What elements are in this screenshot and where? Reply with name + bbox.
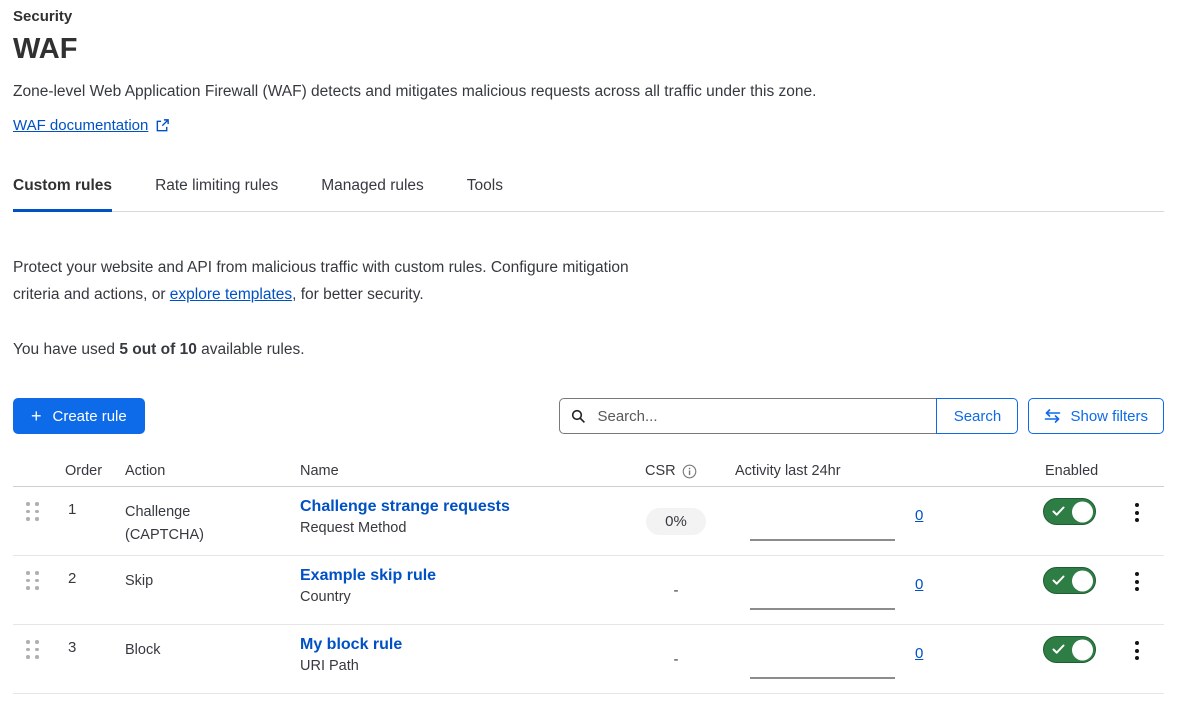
- drag-handle-icon[interactable]: [24, 638, 41, 661]
- rule-menu-cell: [1125, 637, 1149, 664]
- activity-count-link[interactable]: 0: [915, 576, 923, 593]
- check-icon: [1052, 575, 1065, 586]
- rule-name-link[interactable]: Challenge strange requests: [300, 498, 510, 516]
- activity-sparkline: [750, 608, 895, 610]
- rules-usage-text: You have used 5 out of 10 available rule…: [13, 341, 1164, 359]
- check-icon: [1052, 644, 1065, 655]
- search-button[interactable]: Search: [936, 398, 1018, 434]
- activity-count-link[interactable]: 0: [915, 507, 923, 524]
- toggle-knob: [1072, 639, 1093, 660]
- intro-line2-before: criteria and actions, or: [13, 286, 170, 303]
- rule-csr-cell: 0%: [630, 508, 722, 535]
- show-filters-label: Show filters: [1070, 408, 1148, 425]
- rule-activity-cell: 0: [722, 625, 1032, 693]
- csr-value: -: [674, 582, 679, 599]
- kebab-menu-icon[interactable]: [1125, 637, 1149, 664]
- rule-order: 1: [52, 487, 112, 518]
- table-row: 3 Block My block rule URI Path - 0: [13, 625, 1164, 694]
- rule-csr-cell: -: [630, 582, 722, 599]
- info-icon[interactable]: [682, 464, 697, 479]
- enabled-toggle[interactable]: [1043, 567, 1096, 594]
- activity-count-link[interactable]: 0: [915, 645, 923, 662]
- enabled-toggle[interactable]: [1043, 636, 1096, 663]
- rule-field: Country: [300, 589, 630, 605]
- rule-csr-cell: -: [630, 651, 722, 668]
- kebab-menu-icon[interactable]: [1125, 499, 1149, 526]
- column-header-enabled: Enabled: [1032, 463, 1110, 479]
- rule-action: Block: [112, 625, 230, 662]
- drag-handle-icon[interactable]: [24, 500, 41, 523]
- activity-sparkline: [750, 677, 895, 679]
- page-description: Zone-level Web Application Firewall (WAF…: [13, 82, 1164, 101]
- waf-documentation-link[interactable]: WAF documentation: [13, 117, 170, 134]
- column-header-name: Name: [287, 463, 630, 479]
- table-header-row: Order Action Name CSR Activity last 24hr…: [13, 456, 1164, 487]
- rule-activity-cell: 0: [722, 487, 1032, 555]
- drag-handle-icon[interactable]: [24, 569, 41, 592]
- plus-icon: +: [31, 407, 42, 425]
- search-group: Search Show filters: [559, 398, 1164, 434]
- rule-action: Challenge (CAPTCHA): [112, 487, 230, 547]
- rules-toolbar: + Create rule Search Show filters: [13, 398, 1164, 434]
- activity-sparkline: [750, 539, 895, 541]
- intro-line2-after: , for better security.: [292, 286, 424, 303]
- tab-tools[interactable]: Tools: [467, 165, 503, 212]
- table-row: 1 Challenge (CAPTCHA) Challenge strange …: [13, 487, 1164, 556]
- rule-enabled-cell: [1032, 636, 1110, 663]
- enabled-toggle[interactable]: [1043, 498, 1096, 525]
- custom-rules-intro: Protect your website and API from malici…: [13, 254, 1164, 308]
- intro-line1: Protect your website and API from malici…: [13, 259, 629, 276]
- column-header-action: Action: [112, 463, 287, 479]
- create-rule-button[interactable]: + Create rule: [13, 398, 145, 434]
- page-title: WAF: [13, 32, 1164, 66]
- show-filters-button[interactable]: Show filters: [1028, 398, 1164, 434]
- csr-badge: 0%: [646, 508, 706, 535]
- csr-label: CSR: [645, 463, 676, 479]
- rule-order: 2: [52, 556, 112, 587]
- tab-custom-rules[interactable]: Custom rules: [13, 165, 112, 212]
- tab-bar: Custom rules Rate limiting rules Managed…: [13, 165, 1164, 212]
- rule-action: Skip: [112, 556, 230, 593]
- usage-prefix: You have used: [13, 341, 119, 358]
- create-rule-label: Create rule: [53, 408, 127, 425]
- search-icon: [571, 409, 586, 424]
- tab-rate-limiting-rules[interactable]: Rate limiting rules: [155, 165, 278, 212]
- breadcrumb-security: Security: [13, 8, 1164, 25]
- rule-menu-cell: [1125, 499, 1149, 526]
- rule-order: 3: [52, 625, 112, 656]
- rule-name-cell: Example skip rule Country: [287, 556, 630, 605]
- rule-field: Request Method: [300, 520, 630, 536]
- rule-name-link[interactable]: My block rule: [300, 636, 402, 654]
- search-input-wrap: [559, 398, 937, 434]
- waf-page: Security WAF Zone-level Web Application …: [0, 0, 1177, 694]
- external-link-icon: [155, 118, 170, 133]
- tab-managed-rules[interactable]: Managed rules: [321, 165, 424, 212]
- explore-templates-link[interactable]: explore templates: [170, 286, 292, 303]
- swap-arrows-icon: [1044, 409, 1061, 423]
- rule-activity-cell: 0: [722, 556, 1032, 624]
- csr-value: -: [674, 651, 679, 668]
- kebab-menu-icon[interactable]: [1125, 568, 1149, 595]
- rule-enabled-cell: [1032, 498, 1110, 525]
- check-icon: [1052, 506, 1065, 517]
- rule-enabled-cell: [1032, 567, 1110, 594]
- column-header-order: Order: [52, 463, 112, 479]
- usage-count: 5 out of 10: [119, 341, 197, 358]
- toggle-knob: [1072, 570, 1093, 591]
- table-row: 2 Skip Example skip rule Country - 0: [13, 556, 1164, 625]
- rule-menu-cell: [1125, 568, 1149, 595]
- column-header-activity: Activity last 24hr: [722, 463, 1032, 479]
- usage-suffix: available rules.: [197, 341, 305, 358]
- search-input[interactable]: [595, 407, 925, 426]
- toggle-knob: [1072, 501, 1093, 522]
- rule-name-cell: Challenge strange requests Request Metho…: [287, 487, 630, 536]
- rule-name-link[interactable]: Example skip rule: [300, 567, 436, 585]
- rule-name-cell: My block rule URI Path: [287, 625, 630, 674]
- waf-documentation-label: WAF documentation: [13, 117, 148, 134]
- custom-rules-table: Order Action Name CSR Activity last 24hr…: [13, 456, 1164, 694]
- column-header-csr: CSR: [630, 463, 722, 479]
- rule-field: URI Path: [300, 658, 630, 674]
